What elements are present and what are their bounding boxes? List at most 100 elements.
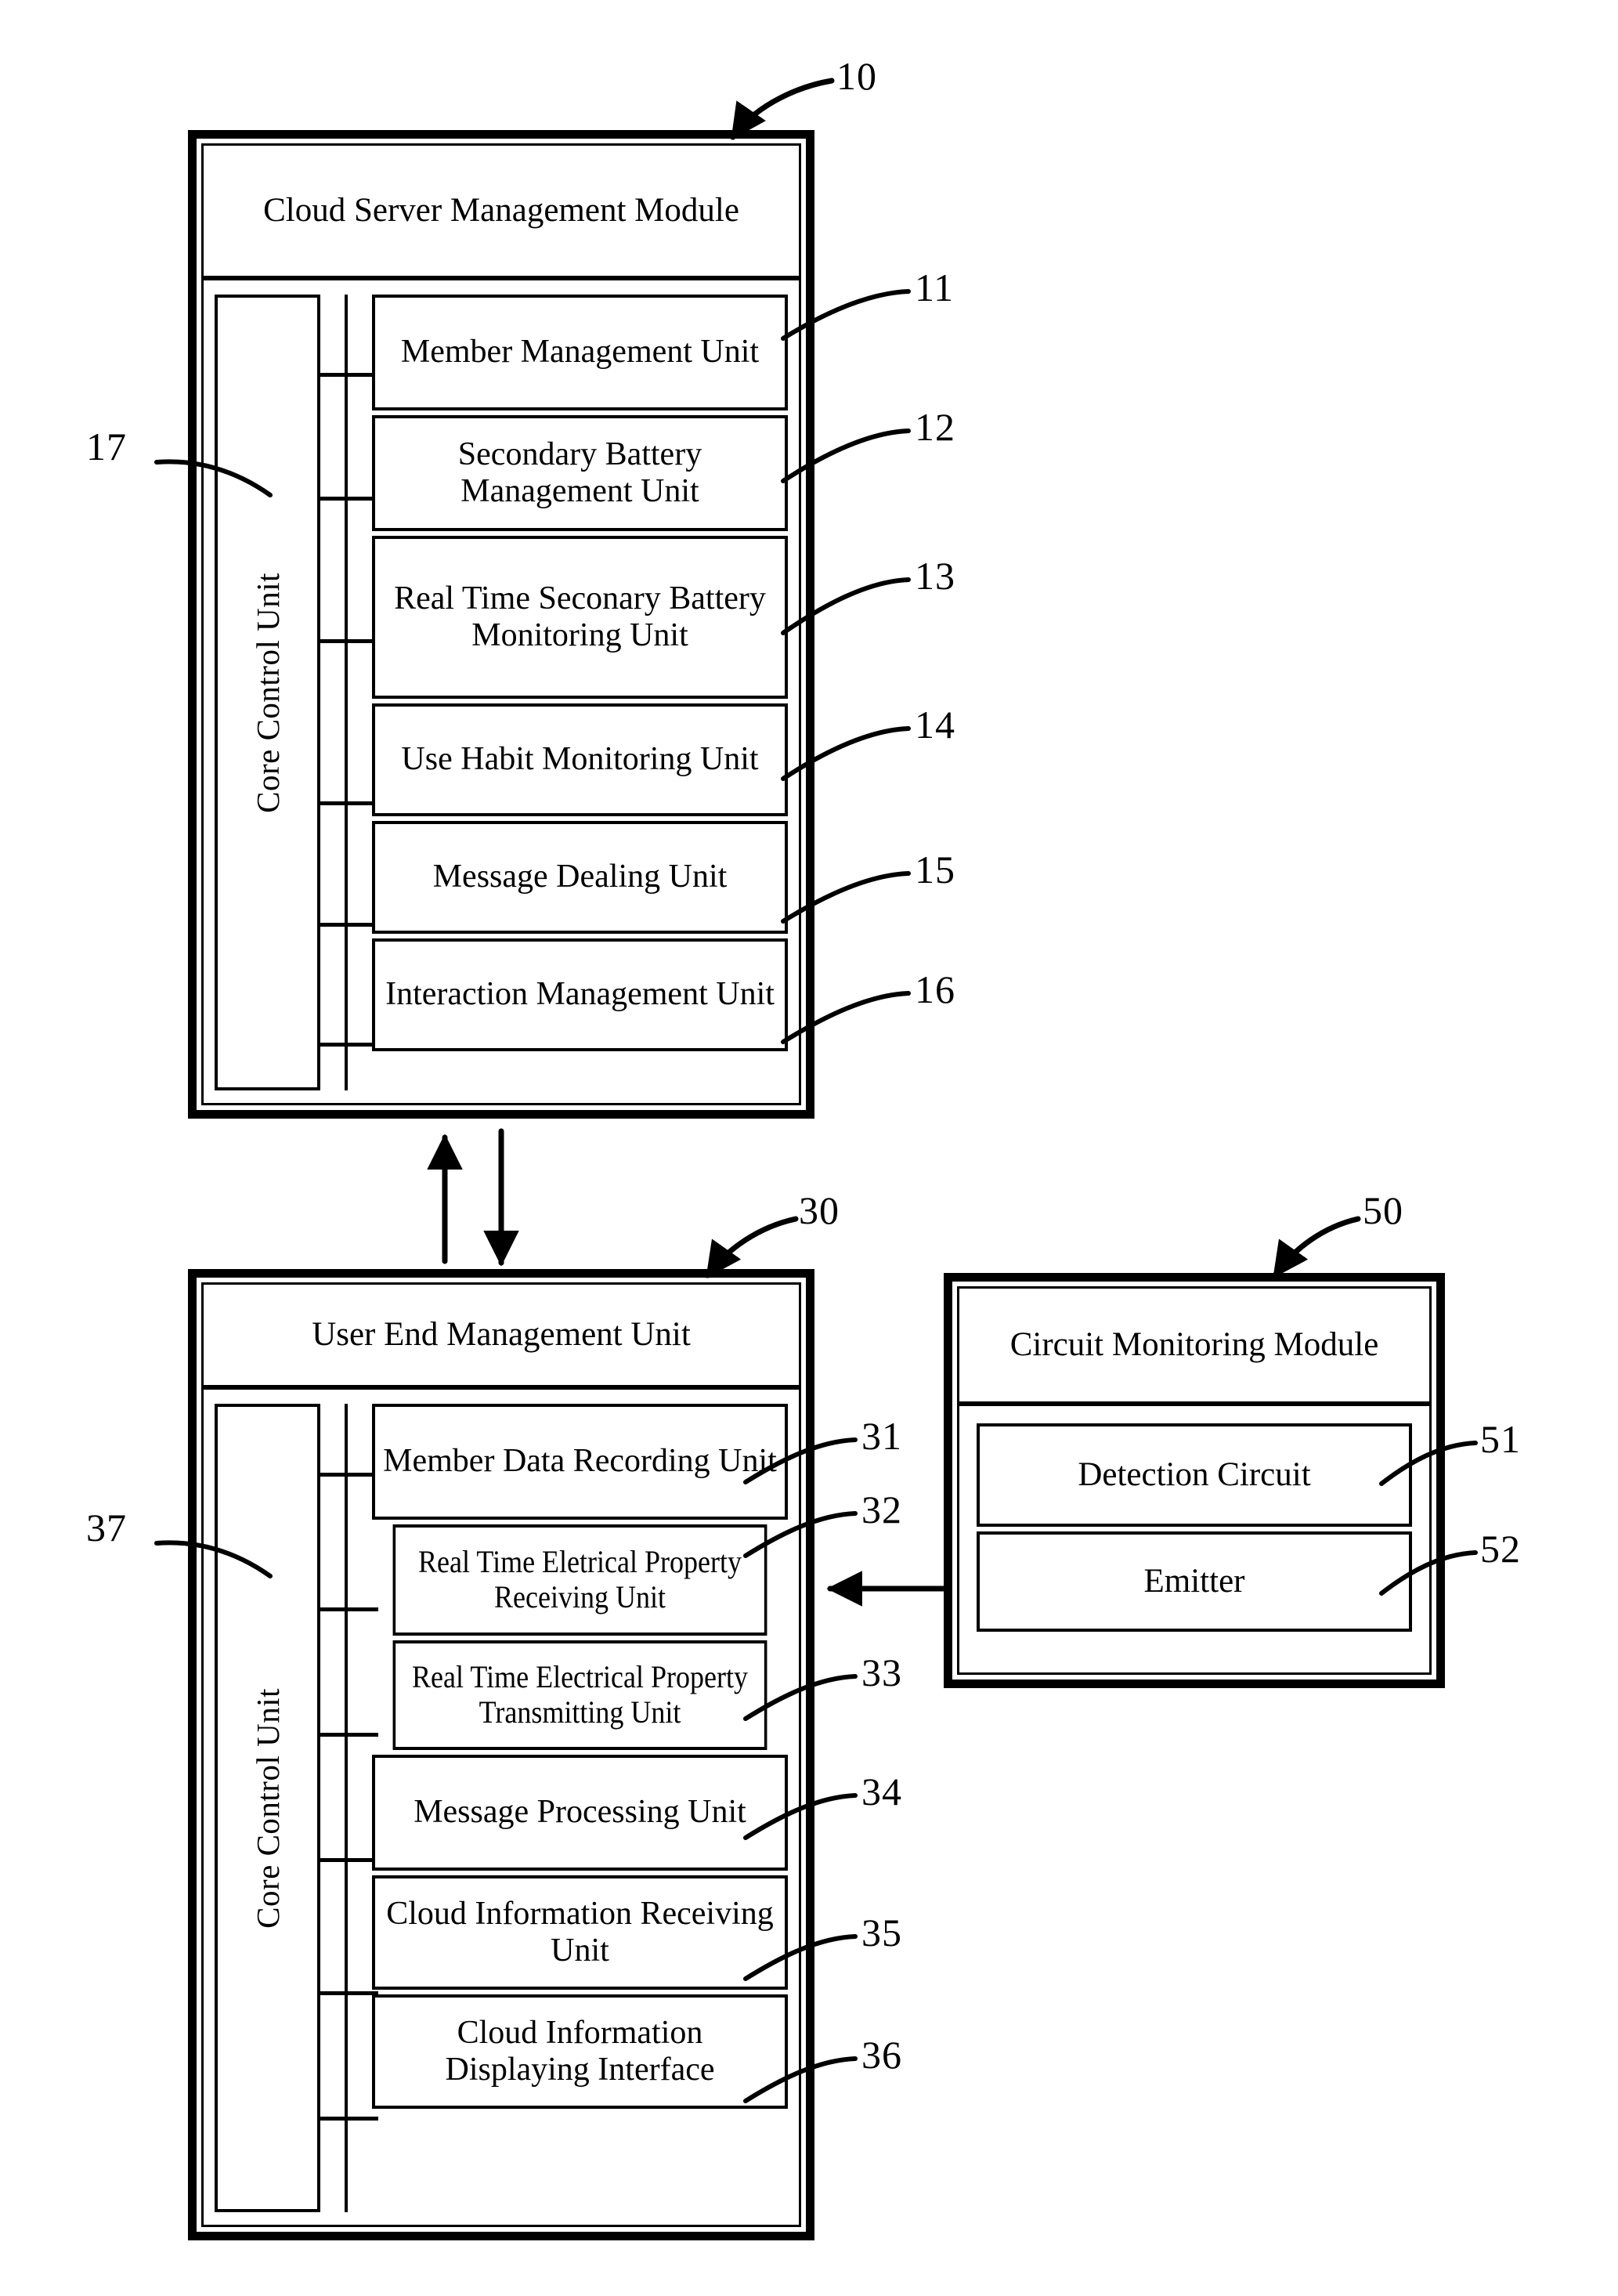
cloud-module-body: Core Control Unit Member Management Unit (204, 280, 799, 1103)
patent-figure: Cloud Server Management Module Core Cont… (0, 0, 1618, 2296)
user-end-bus-stub-34 (317, 1858, 378, 1862)
ref-numeral-16-text: 16 (915, 967, 955, 1011)
cloud-bus-stub-14 (317, 801, 378, 805)
ref-numeral-13: 13 (915, 556, 955, 595)
ref-numeral-37-text: 37 (86, 1506, 127, 1549)
user-end-management-unit-module: User End Management Unit Core Control Un… (188, 1269, 814, 2240)
cloud-bus-stub-12 (317, 497, 378, 501)
unit-real-time-seconary-battery-monitoring-label: Real Time Seconary Battery Monitoring Un… (394, 580, 766, 653)
circuit-module-inner-frame: Circuit Monitoring Module Detection Circ… (957, 1286, 1432, 1675)
ref-numeral-33: 33 (861, 1653, 902, 1692)
cloud-bus-connector (317, 295, 378, 1090)
ref-numeral-35: 35 (861, 1913, 902, 1952)
unit-cloud-information-displaying-interface-label: Cloud Information Displaying Interface (445, 2014, 715, 2088)
ref-numeral-34: 34 (861, 1772, 902, 1811)
cloud-bus-stub-11 (317, 373, 378, 377)
unit-secondary-battery-management: Secondary Battery Management Unit (372, 415, 788, 531)
unit-message-dealing: Message Dealing Unit (372, 821, 788, 934)
unit-member-management-label: Member Management Unit (400, 334, 760, 371)
box-emitter: Emitter (977, 1531, 1412, 1632)
ref-numeral-36: 36 (861, 2035, 902, 2074)
ref-numeral-31-text: 31 (861, 1414, 902, 1458)
ref-numeral-52: 52 (1480, 1529, 1521, 1568)
unit-cloud-information-receiving-label: Cloud Information Receiving Unit (386, 1895, 774, 1969)
unit-real-time-eletrical-property-receiving: Real Time Eletrical Property Receiving U… (392, 1524, 767, 1636)
ref-numeral-10: 10 (836, 56, 877, 96)
user-end-core-control-unit-label: Core Control Unit (249, 1687, 286, 1929)
unit-member-data-recording-label: Member Data Recording Unit (383, 1443, 777, 1480)
ref-numeral-52-text: 52 (1480, 1527, 1521, 1571)
ref-numeral-11-text: 11 (915, 266, 955, 309)
leader-arrow-50 (1272, 1216, 1361, 1278)
unit-secondary-battery-management-label: Secondary Battery Management Unit (457, 436, 702, 509)
circuit-module-title-text: Circuit Monitoring Module (1009, 1326, 1379, 1364)
user-end-bus-spine (345, 1404, 348, 2212)
unit-use-habit-monitoring: Use Habit Monitoring Unit (372, 703, 788, 816)
cloud-core-control-unit: Core Control Unit (215, 295, 320, 1090)
user-end-core-control-unit: Core Control Unit (215, 1404, 320, 2212)
leader-arrow-30 (705, 1216, 799, 1278)
unit-real-time-eletrical-property-receiving-label: Real Time Eletrical Property Receiving U… (418, 1544, 742, 1614)
user-end-bus-stub-35 (317, 1991, 378, 1995)
ref-numeral-15-text: 15 (915, 848, 955, 891)
ref-numeral-34-text: 34 (861, 1770, 902, 1813)
unit-real-time-seconary-battery-monitoring: Real Time Seconary Battery Monitoring Un… (372, 536, 788, 699)
leader-arrow-10 (730, 78, 835, 140)
ref-numeral-50: 50 (1363, 1191, 1403, 1230)
ref-numeral-30-text: 30 (799, 1188, 840, 1232)
cloud-module-title-text: Cloud Server Management Module (263, 192, 739, 230)
ref-numeral-50-text: 50 (1363, 1188, 1403, 1232)
unit-cloud-information-displaying-interface: Cloud Information Displaying Interface (372, 1994, 788, 2109)
user-end-bus-stub-31 (317, 1473, 378, 1477)
unit-message-processing-label: Message Processing Unit (414, 1794, 746, 1831)
ref-numeral-51: 51 (1480, 1419, 1521, 1459)
ref-numeral-51-text: 51 (1480, 1417, 1521, 1461)
cloud-bus-stub-16 (317, 1043, 378, 1047)
unit-real-time-electrical-property-transmitting: Real Time Electrical Property Transmitti… (392, 1640, 767, 1750)
unit-use-habit-monitoring-label: Use Habit Monitoring Unit (401, 741, 759, 778)
unit-real-time-electrical-property-transmitting-label: Real Time Electrical Property Transmitti… (412, 1659, 748, 1730)
ref-numeral-35-text: 35 (861, 1911, 902, 1954)
box-detection-circuit: Detection Circuit (977, 1423, 1412, 1527)
ref-numeral-32: 32 (861, 1490, 902, 1529)
user-end-module-title: User End Management Unit (204, 1285, 799, 1390)
cloud-module-inner-frame: Cloud Server Management Module Core Cont… (201, 143, 801, 1105)
user-end-module-body: Core Control Unit Member Data Recording … (204, 1390, 799, 2225)
ref-numeral-37: 37 (86, 1508, 127, 1547)
unit-message-processing: Message Processing Unit (372, 1755, 788, 1871)
ref-numeral-30: 30 (799, 1191, 840, 1230)
unit-member-data-recording: Member Data Recording Unit (372, 1404, 788, 1520)
cloud-core-control-unit-label: Core Control Unit (249, 572, 286, 813)
unit-member-management: Member Management Unit (372, 295, 788, 410)
ref-numeral-13-text: 13 (915, 554, 955, 598)
ref-numeral-31: 31 (861, 1416, 902, 1455)
user-end-module-title-text: User End Management Unit (312, 1316, 691, 1354)
ref-numeral-16: 16 (915, 970, 955, 1009)
user-end-bus-stub-36 (317, 2117, 378, 2121)
unit-interaction-management-label: Interaction Management Unit (385, 976, 775, 1013)
box-detection-circuit-label: Detection Circuit (1078, 1455, 1311, 1493)
cloud-unit-stack: Member Management Unit Secondary Battery… (372, 295, 788, 1090)
user-end-module-inner-frame: User End Management Unit Core Control Un… (201, 1282, 801, 2227)
user-end-unit-stack: Member Data Recording Unit Real Time Ele… (372, 1404, 788, 2212)
user-end-bus-stub-32 (317, 1607, 378, 1611)
cloud-server-management-module: Cloud Server Management Module Core Cont… (188, 130, 814, 1119)
cloud-module-title: Cloud Server Management Module (204, 146, 799, 280)
unit-cloud-information-receiving: Cloud Information Receiving Unit (372, 1875, 788, 1990)
ref-numeral-17-text: 17 (86, 425, 127, 468)
user-end-bus-connector (317, 1404, 378, 2212)
ref-numeral-33-text: 33 (861, 1651, 902, 1694)
ref-numeral-15: 15 (915, 850, 955, 889)
ref-numeral-12: 12 (915, 407, 955, 447)
box-emitter-label: Emitter (1143, 1562, 1245, 1600)
ref-numeral-12-text: 12 (915, 405, 955, 449)
ref-numeral-36-text: 36 (861, 2033, 902, 2077)
ref-numeral-32-text: 32 (861, 1488, 902, 1531)
ref-numeral-17: 17 (86, 427, 127, 466)
unit-message-dealing-label: Message Dealing Unit (432, 859, 728, 895)
unit-interaction-management: Interaction Management Unit (372, 938, 788, 1051)
circuit-module-title: Circuit Monitoring Module (959, 1289, 1429, 1406)
cloud-bus-spine (345, 295, 348, 1090)
ref-numeral-10-text: 10 (836, 54, 877, 98)
circuit-monitoring-module: Circuit Monitoring Module Detection Circ… (944, 1273, 1445, 1688)
